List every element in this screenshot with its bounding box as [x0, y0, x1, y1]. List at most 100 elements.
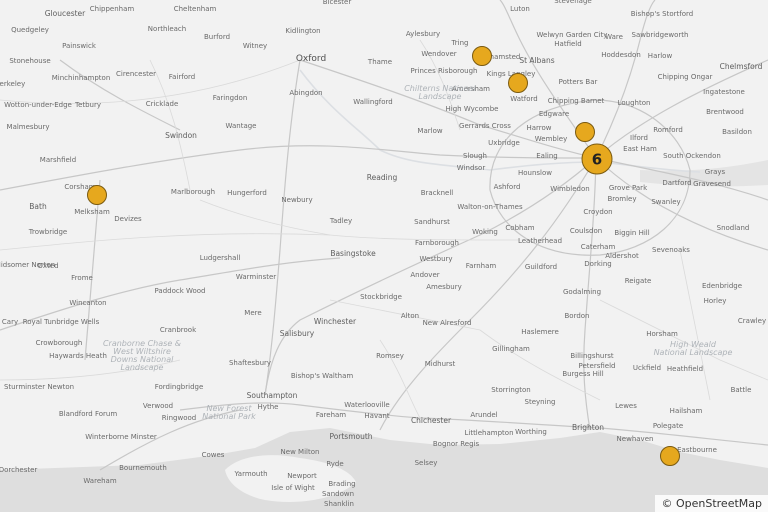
- place-label-basildon: Basildon: [722, 128, 752, 136]
- place-label-burgess-hill: Burgess Hill: [562, 370, 604, 378]
- place-label-northleach: Northleach: [147, 25, 187, 33]
- place-label-romford: Romford: [653, 126, 683, 134]
- place-label-wimbledon: Wimbledon: [550, 185, 590, 193]
- place-label-battle: Battle: [730, 386, 752, 394]
- place-label-heathfield: Heathfield: [666, 365, 704, 373]
- place-label-windsor: Windsor: [456, 164, 486, 172]
- place-label-brentwood: Brentwood: [706, 108, 744, 116]
- place-label-tring: Tring: [451, 39, 469, 47]
- place-label-ingatestone: Ingatestone: [703, 88, 745, 96]
- place-label-swindon: Swindon: [165, 131, 197, 140]
- place-label-chipping-ongar: Chipping Ongar: [657, 73, 713, 81]
- place-label-bishop-s-stortford: Bishop's Stortford: [630, 10, 694, 18]
- location-marker-melksham[interactable]: [87, 185, 107, 205]
- place-label-basingstoke: Basingstoke: [330, 249, 376, 258]
- location-marker-berkhamsted[interactable]: [472, 46, 492, 66]
- place-label-new-milton: New Milton: [280, 448, 320, 456]
- place-label-harrow: Harrow: [526, 124, 552, 132]
- place-label-wantage: Wantage: [225, 122, 257, 130]
- map-canvas[interactable]: Gloucester Chippenham Cheltenham Quedgeley N…: [0, 0, 768, 512]
- place-label-tetbury: Tetbury: [74, 101, 102, 109]
- place-label-kidlington: Kidlington: [285, 27, 321, 35]
- place-label-gerrards-cross: Gerrards Cross: [459, 122, 511, 130]
- place-label-yarmouth: Yarmouth: [234, 470, 268, 478]
- place-label-painswick: Painswick: [62, 42, 96, 50]
- place-label-havant: Havant: [364, 412, 390, 420]
- place-label-stevenage: Stevenage: [554, 0, 592, 5]
- place-label-hungerford: Hungerford: [227, 189, 267, 197]
- place-label-minchinhampton: Minchinhampton: [51, 74, 111, 82]
- place-label-sandhurst: Sandhurst: [414, 218, 450, 226]
- place-label-royal-tunbridge-wells: Royal Tunbridge Wells: [22, 318, 100, 326]
- place-label-luton: Luton: [510, 5, 530, 13]
- location-marker-eastbourne[interactable]: [660, 446, 680, 466]
- place-label-wareham: Wareham: [83, 477, 117, 485]
- place-label-edenbridge: Edenbridge: [701, 282, 743, 290]
- place-label-dorchester: Dorchester: [0, 466, 38, 474]
- place-label-polegate: Polegate: [652, 422, 684, 430]
- place-label-gloucester: Gloucester: [44, 9, 86, 18]
- place-label-portsmouth: Portsmouth: [329, 432, 373, 441]
- place-label-romsey: Romsey: [376, 352, 404, 360]
- place-label-farnham: Farnham: [465, 262, 497, 270]
- place-label-fordingbridge: Fordingbridge: [154, 383, 204, 391]
- place-label-reigate: Reigate: [624, 277, 652, 285]
- place-label-selsey: Selsey: [414, 459, 438, 467]
- place-label-welwyn-garden-city: Welwyn Garden City: [536, 31, 608, 39]
- place-label-warminster: Warminster: [235, 273, 277, 281]
- place-label-cranbrook: Cranbrook: [159, 326, 197, 334]
- place-label-godalming: Godalming: [562, 288, 602, 296]
- place-label-cirencester: Cirencester: [115, 70, 157, 78]
- place-label-isle-of-wight: Isle of Wight: [271, 484, 315, 492]
- place-label-shanklin: Shanklin: [324, 500, 354, 508]
- place-label-sturminster-newton: Sturminster Newton: [3, 383, 75, 391]
- place-label-cobham: Cobham: [505, 224, 535, 232]
- place-label-bromley: Bromley: [607, 195, 637, 203]
- place-label-uxbridge: Uxbridge: [488, 139, 520, 147]
- place-label-ryde: Ryde: [326, 460, 344, 468]
- openstreetmap-link[interactable]: © OpenStreetMap: [661, 497, 762, 510]
- place-label-farnborough: Farnborough: [415, 239, 459, 247]
- place-label-storrington: Storrington: [491, 386, 531, 394]
- place-label-abingdon: Abingdon: [289, 89, 323, 97]
- place-label-hoddesdon: Hoddesdon: [601, 51, 641, 59]
- place-label-snodland: Snodland: [716, 224, 750, 232]
- road-a34: [264, 59, 301, 396]
- place-label-littlehampton: Littlehampton: [464, 429, 514, 437]
- place-label-high-wycombe: High Wycombe: [445, 105, 499, 113]
- place-label-frome: Frome: [71, 274, 93, 282]
- place-label-hailsham: Hailsham: [669, 407, 703, 415]
- place-label-trowbridge: Trowbridge: [28, 228, 68, 236]
- place-label-ealing: Ealing: [536, 152, 558, 160]
- location-marker-watford[interactable]: [508, 73, 528, 93]
- place-label-hounslow: Hounslow: [517, 169, 553, 177]
- place-label-ware: Ware: [605, 33, 623, 41]
- place-label-edgware: Edgware: [538, 110, 570, 118]
- place-label-fairford: Fairford: [168, 73, 196, 81]
- place-label-crawley: Crawley: [737, 317, 767, 325]
- place-label-horley: Horley: [703, 297, 727, 305]
- place-label-wembley: Wembley: [534, 135, 568, 143]
- place-label-fareham: Fareham: [315, 411, 347, 419]
- location-marker-harrow[interactable]: [575, 122, 595, 142]
- place-label-oxford: Oxford: [295, 54, 327, 64]
- place-label-steyning: Steyning: [524, 398, 556, 406]
- map-attribution[interactable]: © OpenStreetMap: [655, 495, 768, 512]
- place-label-stonehouse: Stonehouse: [9, 57, 51, 65]
- place-label-sevenoaks: Sevenoaks: [652, 246, 690, 254]
- place-label-east-ham: East Ham: [623, 145, 657, 153]
- place-label-cheltenham: Cheltenham: [173, 5, 217, 13]
- place-label-lewes: Lewes: [615, 402, 637, 410]
- cluster-marker-london[interactable]: 6: [581, 143, 613, 175]
- place-label-waterlooville: Waterlooville: [344, 401, 390, 409]
- place-label-swanley: Swanley: [651, 198, 681, 206]
- place-label-chichester: Chichester: [410, 416, 452, 425]
- place-label-alton: Alton: [400, 312, 420, 320]
- place-label-quedgeley: Quedgeley: [11, 26, 49, 34]
- place-label-croydon: Croydon: [583, 208, 613, 216]
- place-label-harlow: Harlow: [647, 52, 673, 60]
- place-label-marlborough: Marlborough: [170, 188, 216, 196]
- place-label-cary: Cary: [1, 318, 19, 326]
- place-label-new-forest-national-park: New Forest National Park: [202, 404, 256, 421]
- place-label-princes-risborough: Princes Risborough: [410, 67, 478, 75]
